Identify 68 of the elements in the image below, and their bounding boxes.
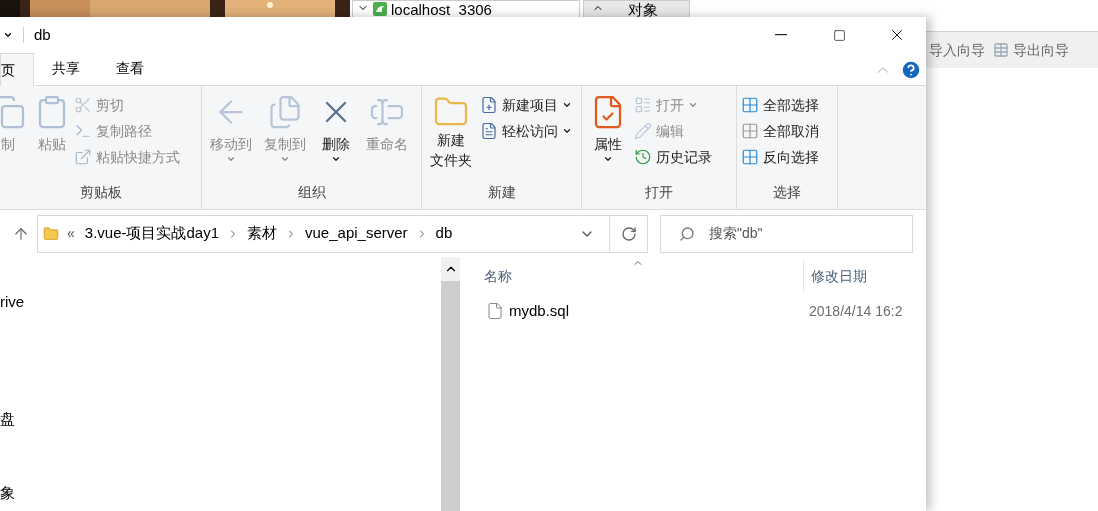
caret-icon: [226, 154, 236, 164]
file-name[interactable]: mydb.sql: [509, 299, 809, 323]
maximize-icon: [832, 28, 846, 42]
caret-icon: [331, 154, 341, 164]
copy-icon: [0, 94, 26, 130]
ribbon-button[interactable]: 反向选择: [741, 144, 819, 170]
caret-icon[interactable]: [3, 30, 13, 40]
files-icon: [267, 94, 303, 130]
group-label: 剪贴板: [78, 183, 123, 202]
column-header[interactable]: 名称: [484, 265, 803, 287]
nav-item[interactable]: 象: [0, 482, 441, 505]
toolbar-button[interactable]: 导出向导: [993, 39, 1069, 61]
address-bar[interactable]: « 3.vue-项目实战day1 素材 vue_api_server db: [37, 214, 648, 253]
breadcrumb[interactable]: 素材: [247, 222, 277, 245]
search-icon: [679, 225, 695, 242]
terminal-icon: [74, 122, 92, 140]
breadcrumb[interactable]: db: [435, 222, 453, 245]
file-plus-icon: [480, 96, 498, 114]
caret-icon: [280, 154, 290, 164]
group-label: 选择: [772, 183, 802, 202]
breadcrumb[interactable]: vue_api_server: [305, 222, 408, 245]
caret-icon: [562, 126, 572, 136]
minimize-icon: [775, 34, 787, 36]
grid-icon: [741, 96, 759, 114]
ribbon-tab[interactable]: 查看: [98, 52, 162, 85]
ribbon-button[interactable]: 历史记录: [634, 144, 712, 170]
refresh-icon: [620, 225, 637, 242]
window-title: db: [34, 24, 51, 45]
modified-date: 2018/4/14 16:2: [809, 301, 903, 321]
ribbon-tab[interactable]: 页: [0, 53, 34, 86]
ribbon-tab[interactable]: 共享: [34, 52, 98, 85]
nav-item[interactable]: rive: [0, 291, 441, 314]
group-label: 组织: [296, 183, 327, 202]
group-label: 新建: [486, 183, 517, 202]
ribbon-button[interactable]: 属性: [586, 90, 630, 164]
list-icon: [634, 96, 652, 114]
connection-tab[interactable]: localhost_3306: [352, 0, 580, 17]
ribbon-button[interactable]: 新建 文件夹: [426, 90, 476, 170]
shortcut-icon: [74, 148, 92, 166]
table-icon: [993, 42, 1009, 58]
object-tab[interactable]: 对象: [583, 0, 690, 17]
grid-icon: [741, 122, 759, 140]
nav-item[interactable]: 盘: [0, 407, 441, 430]
ribbon-button[interactable]: 删除: [314, 90, 358, 164]
scrollbar[interactable]: [441, 257, 460, 511]
connection-name: localhost_3306: [391, 2, 492, 17]
caret-icon: [603, 154, 613, 164]
history-icon: [634, 148, 652, 166]
help-icon[interactable]: [900, 59, 922, 81]
breadcrumb[interactable]: 3.vue-项目实战day1: [84, 222, 219, 245]
ribbon-button[interactable]: 全部取消: [741, 118, 819, 144]
column-header[interactable]: 修改日期: [811, 265, 867, 287]
scissors-icon: [74, 96, 92, 114]
file-icon: [486, 302, 504, 320]
caret-icon: [688, 100, 698, 110]
group-label: 打开: [644, 183, 674, 202]
ribbon-button[interactable]: 全部选择: [741, 92, 819, 118]
overflow-chevron[interactable]: «: [67, 223, 75, 244]
toolbar-button[interactable]: 导入向导: [929, 39, 985, 61]
grid-icon: [741, 148, 759, 166]
pencil-icon: [634, 122, 652, 140]
search-input[interactable]: 搜索"db": [709, 223, 889, 244]
document-icon: [480, 122, 498, 140]
ribbon-button[interactable]: 轻松访问: [480, 118, 572, 144]
search-field[interactable]: 搜索"db": [660, 214, 913, 253]
caret-icon: [562, 100, 572, 110]
ribbon-button[interactable]: 新建项目: [480, 92, 572, 118]
folder-icon: [43, 225, 59, 242]
